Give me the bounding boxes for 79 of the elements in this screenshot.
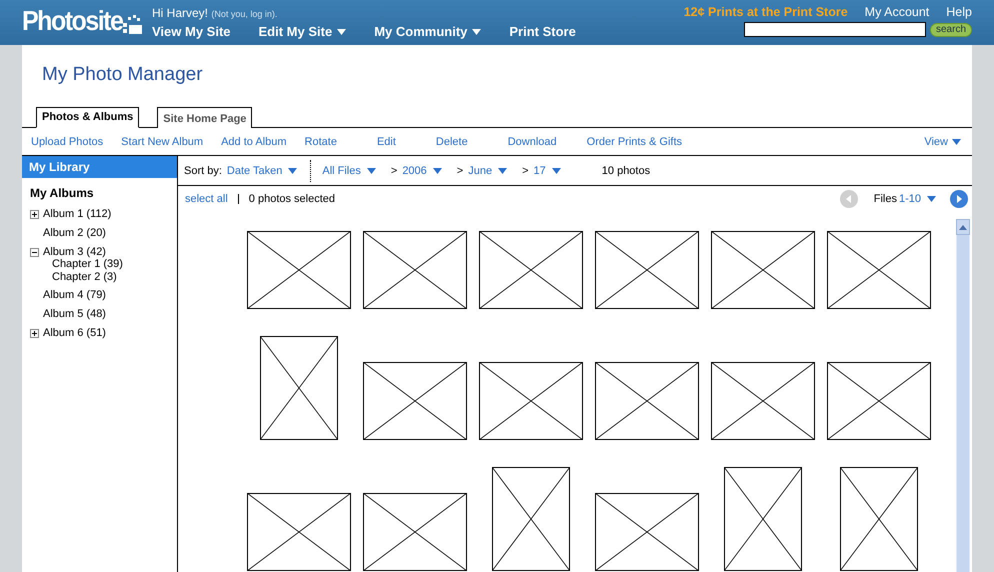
tab[interactable]: Photos & Albums [36, 107, 140, 128]
login-link[interactable]: (Not you, log in). [211, 9, 278, 19]
date-dropdown[interactable]: June [468, 164, 508, 176]
image-placeholder[interactable] [724, 467, 802, 571]
date-dropdown[interactable]: 17 [534, 164, 561, 176]
select-all-link[interactable]: select all [185, 192, 228, 204]
nav-link[interactable]: Edit My Site [258, 24, 346, 39]
image-placeholder[interactable] [479, 231, 583, 309]
photo-count: 10 photos [602, 164, 650, 176]
toolbar-link[interactable]: Add to Album [221, 136, 287, 148]
page-title: My Photo Manager [41, 63, 204, 87]
image-placeholder[interactable] [247, 231, 351, 309]
toolbar-link[interactable]: Start New Album [121, 136, 204, 148]
image-placeholder[interactable] [595, 493, 699, 571]
caret-icon [366, 168, 376, 174]
image-placeholder[interactable] [840, 467, 918, 571]
squares-icon [123, 14, 144, 34]
image-placeholder[interactable] [595, 231, 699, 309]
site-logo[interactable]: Photosite [22, 6, 122, 38]
collapse-icon[interactable] [30, 248, 39, 256]
chapter-item[interactable]: Chapter 1 (39) [30, 258, 177, 271]
header-link[interactable]: Help [946, 5, 972, 19]
image-placeholder[interactable] [247, 493, 351, 571]
album-item[interactable]: Album 6 (51) [43, 327, 106, 339]
date-dropdown[interactable]: 2006 [402, 164, 442, 176]
toolbar-link[interactable]: Download [508, 136, 557, 148]
next-icon[interactable] [950, 190, 968, 208]
toolbar-link[interactable]: Order Prints & Gifts [586, 136, 682, 148]
tab[interactable]: Site Home Page [157, 107, 252, 128]
files-dropdown[interactable]: 1-10 [898, 192, 936, 204]
toolbar-link[interactable]: Upload Photos [31, 136, 104, 148]
sort-dropdown[interactable]: Date Taken [226, 164, 298, 176]
caret-icon [552, 168, 561, 174]
toolbar-link[interactable]: Delete [436, 136, 468, 148]
header-link[interactable]: My Account [864, 5, 930, 19]
breadcrumb-separator: > [522, 164, 529, 176]
image-placeholder[interactable] [827, 362, 931, 440]
album-item[interactable]: Album 4 (79) [43, 289, 106, 301]
image-placeholder[interactable] [595, 362, 699, 440]
album-item[interactable]: Album 3 (42) [43, 246, 106, 258]
breadcrumb-separator: > [390, 164, 398, 176]
filter-dropdown[interactable]: All Files [322, 164, 376, 176]
search-field[interactable] [744, 22, 926, 37]
scrollbar[interactable] [956, 219, 970, 572]
chapter-item[interactable]: Chapter 2 (3) [30, 271, 177, 284]
image-placeholder[interactable] [711, 231, 815, 309]
image-placeholder[interactable] [260, 336, 338, 440]
album-item[interactable]: Album 1 (112) [43, 208, 112, 220]
greeting-text: Hi Harvey! [152, 6, 208, 20]
caret-icon [952, 138, 961, 144]
image-placeholder[interactable] [479, 362, 583, 440]
image-placeholder[interactable] [492, 467, 570, 571]
expand-icon[interactable] [30, 328, 39, 338]
image-placeholder[interactable] [363, 362, 467, 440]
selection-count: 0 photos selected [248, 192, 336, 204]
sort-label: Sort by: [184, 164, 222, 176]
breadcrumb-separator: > [456, 164, 464, 176]
image-placeholder[interactable] [827, 231, 931, 309]
toolbar-link[interactable]: Rotate [304, 136, 337, 148]
album-item[interactable]: Album 5 (48) [43, 308, 106, 320]
album-item[interactable]: Album 2 (20) [43, 227, 106, 239]
image-placeholder[interactable] [711, 362, 815, 440]
expand-icon[interactable] [30, 210, 39, 218]
caret-icon [498, 168, 508, 174]
caret-icon [432, 168, 442, 174]
nav-link[interactable]: View My Site [152, 24, 231, 39]
nav-link[interactable]: Print Store [509, 24, 576, 39]
search-button[interactable]: search [930, 22, 972, 36]
caret-icon [288, 168, 298, 174]
view-menu[interactable]: View [924, 136, 961, 148]
image-placeholder[interactable] [363, 231, 467, 309]
nav-link[interactable]: My Community [374, 24, 482, 39]
toolbar-link[interactable]: Edit [376, 136, 396, 148]
image-placeholder[interactable] [363, 493, 467, 571]
files-label: Files [874, 192, 897, 204]
scroll-up-icon[interactable] [956, 219, 970, 235]
sidebar-header[interactable]: My Library [22, 156, 177, 178]
section-heading: My Albums [29, 185, 95, 202]
caret-icon [927, 196, 936, 202]
